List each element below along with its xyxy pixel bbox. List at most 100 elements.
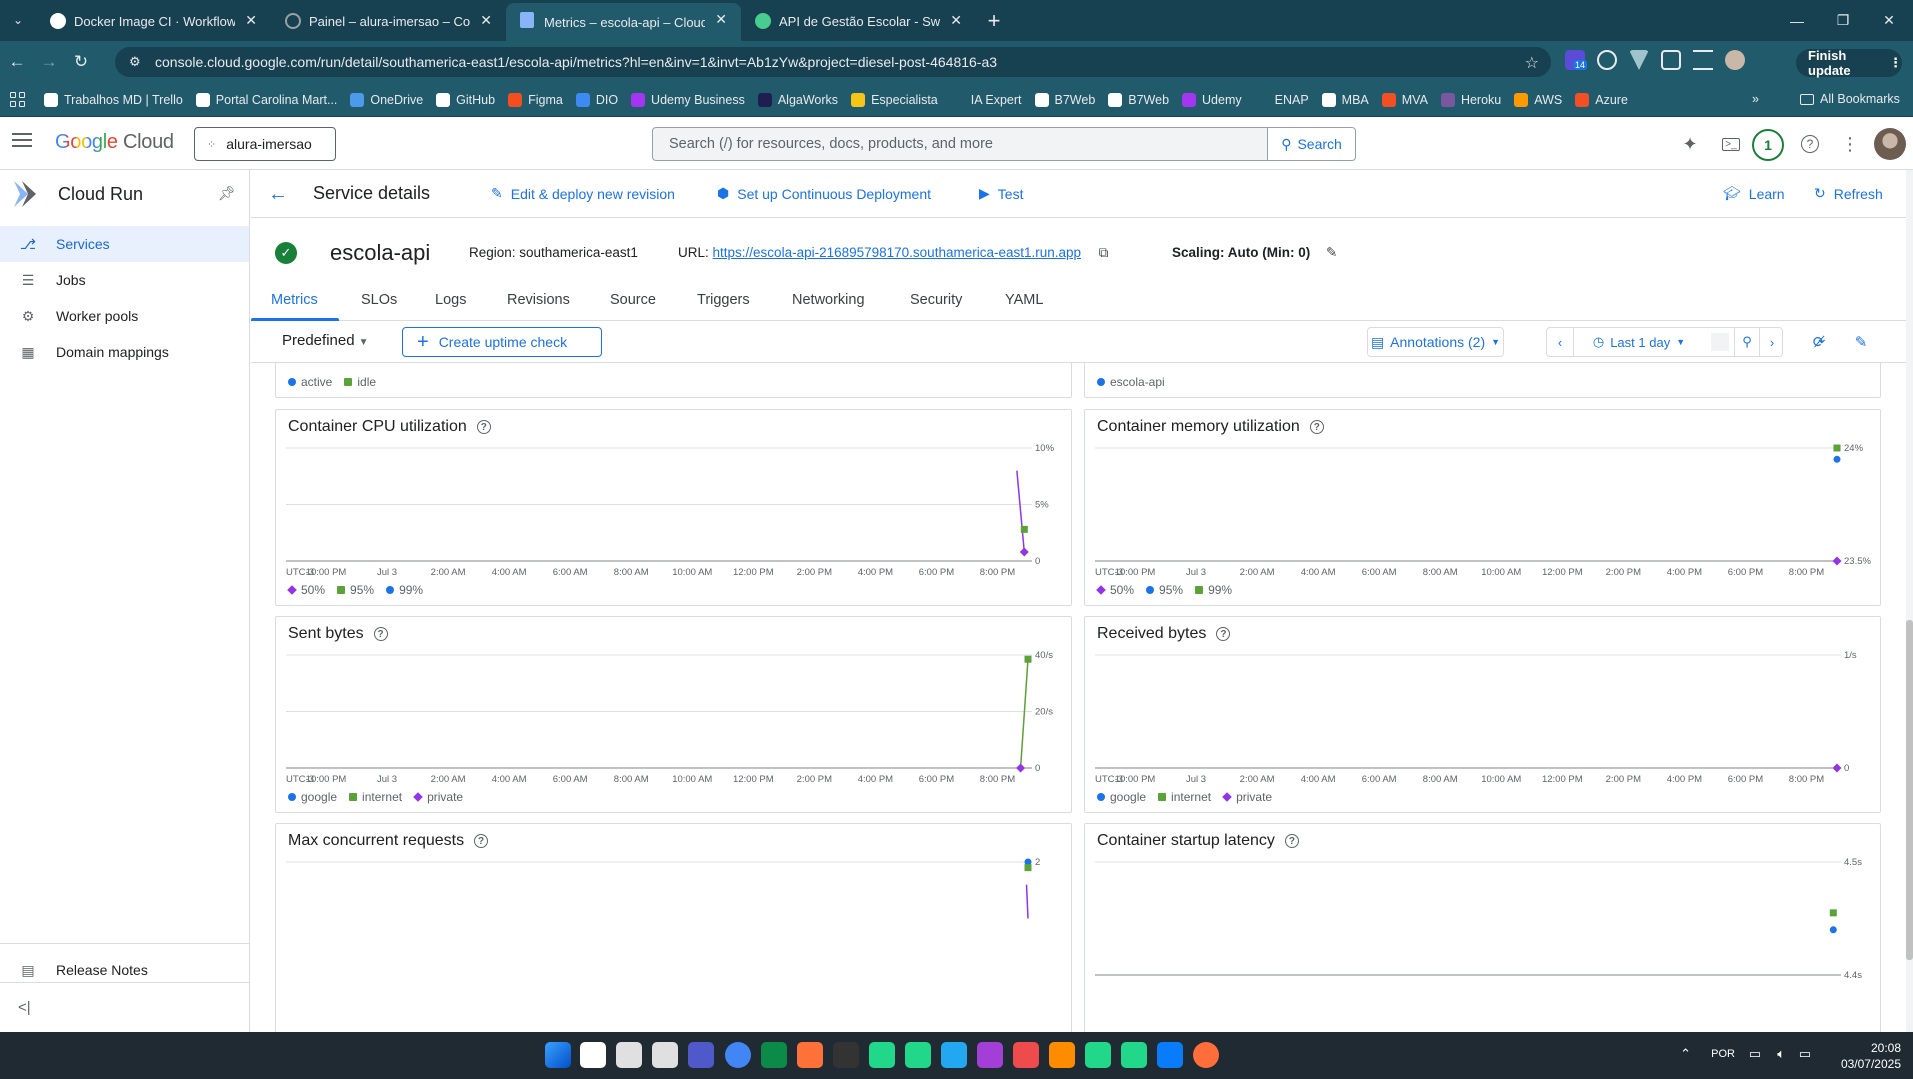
- minimize-button[interactable]: —: [1774, 0, 1820, 41]
- taskbar-app-icon[interactable]: [725, 1042, 751, 1068]
- google-cloud-logo[interactable]: Google Cloud: [55, 131, 174, 154]
- new-tab-button[interactable]: +: [976, 4, 1012, 38]
- bookmark-item[interactable]: Azure: [1575, 92, 1628, 107]
- chevron-up-icon[interactable]: ⌃: [1680, 1046, 1691, 1062]
- sidebar-item-worker-pools[interactable]: ⚙ Worker pools: [0, 298, 249, 334]
- restore-button[interactable]: ❐: [1820, 0, 1866, 41]
- next-range-icon[interactable]: ›: [1760, 328, 1784, 356]
- legend-item[interactable]: google: [1097, 790, 1146, 804]
- user-avatar[interactable]: [1874, 128, 1906, 160]
- search-button[interactable]: ⚲ Search: [1267, 127, 1356, 161]
- back-icon[interactable]: ←: [2, 47, 32, 77]
- bookmark-item[interactable]: Portal Carolina Mart...: [195, 92, 337, 107]
- browser-tab[interactable]: Painel – alura-imersao – Console ✕: [271, 4, 506, 38]
- taskbar-app-icon[interactable]: [797, 1042, 823, 1068]
- taskbar-app-icon[interactable]: [688, 1042, 714, 1068]
- all-bookmarks[interactable]: All Bookmarks: [1800, 92, 1900, 106]
- input-language[interactable]: POR: [1711, 1048, 1735, 1060]
- taskbar-app-icon[interactable]: [1049, 1042, 1075, 1068]
- more-bookmarks-icon[interactable]: »: [1752, 92, 1759, 106]
- bookmark-item[interactable]: Udemy Business: [631, 92, 745, 107]
- legend-item[interactable]: internet: [1158, 790, 1211, 804]
- tab-security[interactable]: Security: [910, 292, 962, 308]
- browser-tab-active[interactable]: Metrics – escola-api – Cloud Run ✕: [506, 3, 741, 41]
- hamburger-menu-icon[interactable]: [12, 133, 32, 151]
- taskbar-app-icon[interactable]: [941, 1042, 967, 1068]
- bookmark-item[interactable]: ENAP: [1254, 92, 1309, 107]
- close-tab-icon[interactable]: ✕: [245, 12, 257, 29]
- taskbar-app-icon[interactable]: [977, 1042, 1003, 1068]
- tab-logs[interactable]: Logs: [435, 292, 466, 308]
- bookmark-item[interactable]: B7Web: [1108, 92, 1169, 107]
- notifications-badge[interactable]: 1: [1752, 129, 1784, 161]
- cloud-shell-icon[interactable]: >_: [1718, 131, 1744, 157]
- legend-item[interactable]: 99%: [386, 583, 423, 597]
- copy-icon[interactable]: ⧉: [1099, 245, 1109, 260]
- bookmark-item[interactable]: Figma: [508, 92, 563, 107]
- create-uptime-check-button[interactable]: + Create uptime check: [402, 327, 602, 357]
- edit-scaling-icon[interactable]: ✎: [1326, 245, 1337, 260]
- refresh-button[interactable]: ↻ Refresh: [1814, 185, 1883, 202]
- taskbar-app-icon[interactable]: [1013, 1042, 1039, 1068]
- taskbar-app-icon[interactable]: [652, 1042, 678, 1068]
- extension-icon[interactable]: 14: [1565, 50, 1588, 70]
- reading-list-icon[interactable]: [1693, 50, 1713, 70]
- bookmark-item[interactable]: Trabalhos MD | Trello: [44, 92, 183, 107]
- service-url-link[interactable]: https://escola-api-216895798170.southame…: [713, 245, 1082, 260]
- bookmark-item[interactable]: AWS: [1514, 92, 1562, 107]
- taskbar-app-icon[interactable]: [1085, 1042, 1111, 1068]
- taskbar-app-icon[interactable]: [1193, 1042, 1219, 1068]
- network-icon[interactable]: ▭: [1749, 1046, 1761, 1062]
- legend-item[interactable]: active: [288, 375, 332, 389]
- legend-item[interactable]: private: [1222, 790, 1272, 804]
- tab-yaml[interactable]: YAML: [1005, 292, 1043, 308]
- taskbar-app-icon[interactable]: [616, 1042, 642, 1068]
- apps-icon[interactable]: [10, 91, 26, 108]
- help-icon[interactable]: ?: [1797, 131, 1823, 157]
- scroll-thumb[interactable]: [1906, 620, 1913, 960]
- bookmark-item[interactable]: B7Web: [1034, 92, 1095, 107]
- annotations-dropdown[interactable]: ▤ Annotations (2) ▼: [1367, 327, 1504, 357]
- gemini-sparkle-icon[interactable]: ✦: [1677, 131, 1703, 157]
- bookmark-item[interactable]: DIO: [575, 92, 618, 107]
- tab-networking[interactable]: Networking: [792, 292, 865, 308]
- back-arrow-icon[interactable]: ←: [268, 183, 288, 206]
- close-tab-icon[interactable]: ✕: [715, 11, 727, 28]
- bookmark-item[interactable]: IA Expert: [950, 92, 1022, 107]
- volume-icon[interactable]: 🔈︎: [1777, 1046, 1785, 1062]
- close-window-button[interactable]: ✕: [1866, 0, 1912, 41]
- taskbar-app-icon[interactable]: [580, 1042, 606, 1068]
- continuous-deployment-button[interactable]: ⬢ Set up Continuous Deployment: [717, 185, 931, 202]
- clock[interactable]: 20:08 03/07/2025: [1841, 1040, 1901, 1072]
- legend-item[interactable]: 95%: [1146, 583, 1183, 597]
- time-range-dropdown[interactable]: ◷ Last 1 day ▼: [1581, 328, 1697, 356]
- browser-tab[interactable]: API de Gestão Escolar - Swagger ✕: [741, 4, 976, 38]
- bookmark-item[interactable]: Especialista: [851, 92, 938, 107]
- auto-refresh-off-icon[interactable]: ⟳̸: [1806, 329, 1832, 355]
- browser-tab[interactable]: Docker Image CI · Workflow run ✕: [36, 4, 271, 38]
- taskbar-app-icon[interactable]: [869, 1042, 895, 1068]
- taskbar-app-icon[interactable]: [761, 1042, 787, 1068]
- extensions-puzzle-icon[interactable]: [1661, 50, 1681, 70]
- search-input[interactable]: Search (/) for resources, docs, products…: [652, 127, 1268, 161]
- bookmark-item[interactable]: GitHub: [436, 92, 495, 107]
- legend-item[interactable]: 50%: [287, 583, 325, 597]
- react-devtools-icon[interactable]: [1597, 50, 1617, 70]
- tab-triggers[interactable]: Triggers: [697, 292, 750, 308]
- taskbar-app-icon[interactable]: [833, 1042, 859, 1068]
- bookmark-item[interactable]: MVA: [1381, 92, 1428, 107]
- more-vert-icon[interactable]: ⋮: [1837, 131, 1863, 157]
- bookmark-item[interactable]: AlgaWorks: [757, 92, 838, 107]
- legend-item[interactable]: escola-api: [1097, 375, 1165, 389]
- battery-icon[interactable]: ▭: [1799, 1046, 1811, 1062]
- sidebar-item-domain-mappings[interactable]: ▦ Domain mappings: [0, 334, 249, 370]
- learn-button[interactable]: 🎓︎ Learn: [1723, 185, 1785, 202]
- legend-item[interactable]: idle: [344, 375, 376, 389]
- close-tab-icon[interactable]: ✕: [480, 12, 492, 29]
- bookmark-item[interactable]: Heroku: [1440, 92, 1501, 107]
- test-button[interactable]: ▶ Test: [979, 185, 1023, 202]
- taskbar-app-icon[interactable]: [1121, 1042, 1147, 1068]
- legend-item[interactable]: 99%: [1195, 583, 1232, 597]
- close-tab-icon[interactable]: ✕: [950, 12, 962, 29]
- site-info-icon[interactable]: ⚙: [129, 54, 145, 70]
